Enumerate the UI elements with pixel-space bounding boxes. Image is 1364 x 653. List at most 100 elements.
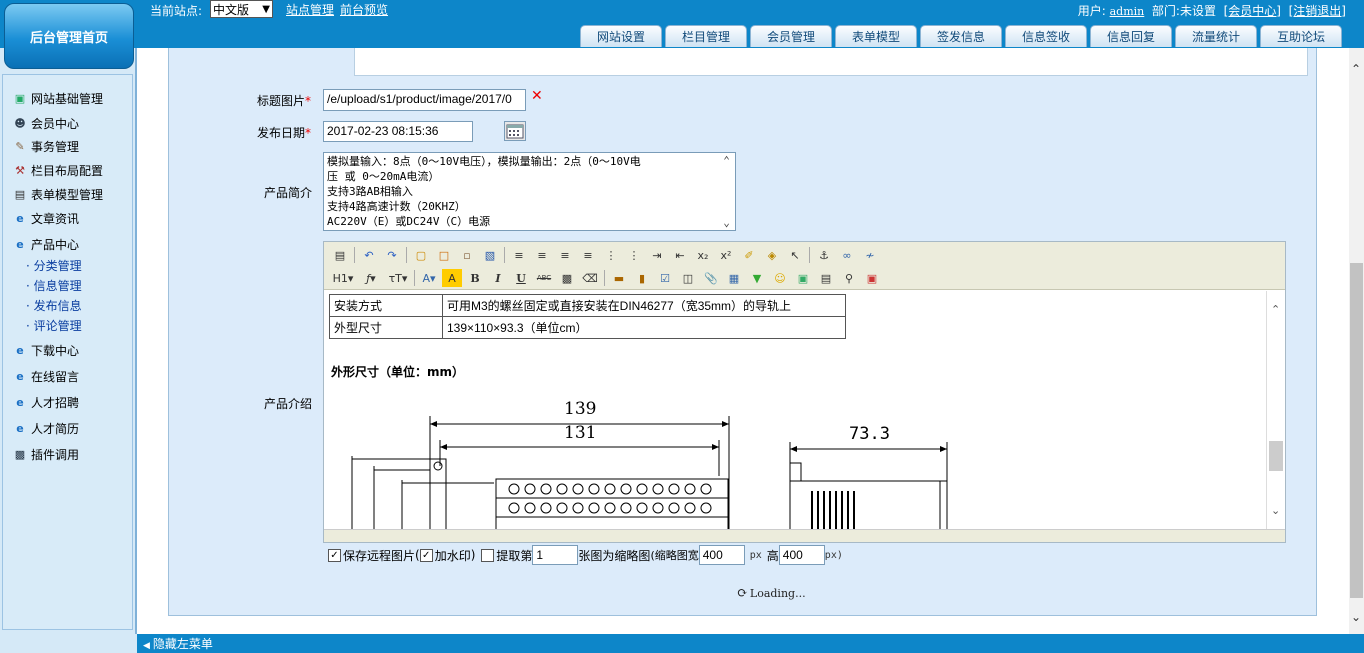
tab-site-settings[interactable]: 网站设置: [580, 25, 662, 47]
image-icon[interactable]: ▣: [793, 269, 813, 287]
title-image-input[interactable]: /e/upload/s1/product/image/2017/0: [323, 89, 526, 111]
scroll-thumb[interactable]: [1350, 263, 1363, 598]
site-manage-link[interactable]: 站点管理: [286, 1, 334, 18]
insert-code-icon[interactable]: ▼: [747, 269, 767, 287]
chevron-up-icon[interactable]: ⌃: [1271, 303, 1280, 316]
chevron-down-icon[interactable]: ⌄: [1351, 610, 1361, 624]
sidebar-sub-category[interactable]: · 分类管理: [26, 257, 82, 274]
cut-icon[interactable]: ▢: [411, 246, 431, 264]
site-select[interactable]: 中文版 ▼: [210, 0, 273, 18]
unordered-list-icon[interactable]: ⋮: [624, 246, 644, 264]
tab-forum[interactable]: 互助论坛: [1260, 25, 1342, 47]
media-icon[interactable]: ◫: [678, 269, 698, 287]
spellcheck-icon[interactable]: ☑: [655, 269, 675, 287]
member-center-link[interactable]: [会员中心]: [1224, 4, 1281, 18]
strikethrough-icon[interactable]: ABC: [534, 269, 554, 287]
thumb-width-input[interactable]: 400: [698, 545, 745, 565]
insert-col-icon[interactable]: ▮: [632, 269, 652, 287]
sidebar-sub-comments[interactable]: · 评论管理: [26, 317, 82, 334]
highlight-color-icon[interactable]: A: [442, 269, 462, 287]
align-right-icon[interactable]: ≡: [555, 246, 575, 264]
chevron-up-icon[interactable]: ⌃: [1351, 62, 1361, 76]
fullscreen-icon[interactable]: ▣: [862, 269, 882, 287]
redo-icon[interactable]: ↷: [382, 246, 402, 264]
sidebar-item-site-basic[interactable]: ▣ 网站基础管理: [12, 90, 103, 107]
sidebar-item-products[interactable]: e 产品中心: [12, 236, 79, 253]
sidebar-item-downloads[interactable]: e 下载中心: [12, 342, 79, 359]
summary-textarea[interactable]: 模拟量输入：8点（0～10V电压），模拟量输出：2点（0～10V电 压 或 0～…: [323, 152, 736, 231]
sidebar-item-recruit[interactable]: e 人才招聘: [12, 394, 79, 411]
tab-form-model[interactable]: 表单模型: [835, 25, 917, 47]
source-icon[interactable]: ▤: [330, 246, 350, 264]
sidebar-item-plugins[interactable]: ▩ 插件调用: [12, 446, 79, 463]
hr-icon[interactable]: ▩: [557, 269, 577, 287]
sidebar-item-resumes[interactable]: e 人才简历: [12, 420, 79, 437]
previous-field-box[interactable]: [354, 48, 1308, 76]
select-pointer-icon[interactable]: ↖: [785, 246, 805, 264]
indent-icon[interactable]: ⇥: [647, 246, 667, 264]
emoticon-icon[interactable]: ☺: [770, 269, 790, 287]
eraser-icon[interactable]: ⌫: [580, 269, 600, 287]
superscript-icon[interactable]: x²: [716, 246, 736, 264]
extract-index-input[interactable]: 1: [532, 545, 579, 565]
font-color-icon[interactable]: A▾: [419, 269, 439, 287]
logout-link[interactable]: [注销退出]: [1289, 4, 1346, 18]
sidebar-sub-info-manage[interactable]: · 信息管理: [26, 277, 82, 294]
watermark-checkbox[interactable]: ✓: [419, 548, 433, 562]
admin-home-button[interactable]: 后台管理首页: [4, 3, 134, 69]
sidebar-sub-publish[interactable]: · 发布信息: [26, 297, 82, 314]
editor-scrollbar[interactable]: ⌃ ⌄: [1266, 291, 1285, 529]
sidebar-item-messages[interactable]: e 在线留言: [12, 368, 79, 385]
sidebar-item-member-center[interactable]: ☻ 会员中心: [12, 115, 79, 132]
link-icon[interactable]: ∞: [837, 246, 857, 264]
format-brush-icon[interactable]: ✐: [739, 246, 759, 264]
delete-image-icon[interactable]: ✕: [531, 88, 543, 104]
sidebar-item-articles[interactable]: e 文章资讯: [12, 210, 79, 227]
align-left-icon[interactable]: ≡: [509, 246, 529, 264]
page-scrollbar[interactable]: ⌃ ⌄: [1349, 48, 1364, 634]
frontend-preview-link[interactable]: 前台预览: [340, 1, 388, 18]
page-break-icon[interactable]: ▤: [816, 269, 836, 287]
tab-column-manage[interactable]: 栏目管理: [665, 25, 747, 47]
editor-resize-handle[interactable]: [324, 529, 1285, 542]
sidebar-item-layout[interactable]: ⚒ 栏目布局配置: [12, 162, 103, 179]
chevron-up-icon[interactable]: ⌃: [723, 153, 730, 168]
publish-date-input[interactable]: 2017-02-23 08:15:36: [323, 121, 473, 142]
scroll-thumb[interactable]: [1269, 441, 1283, 471]
table-icon[interactable]: ▦: [724, 269, 744, 287]
subscript-icon[interactable]: x₂: [693, 246, 713, 264]
summary-scrollbar[interactable]: ⌃ ⌄: [718, 153, 735, 230]
font-family-dropdown[interactable]: ƒ▾: [359, 269, 383, 287]
underline-icon[interactable]: U: [511, 269, 531, 287]
tab-traffic-stats[interactable]: 流量统计: [1175, 25, 1257, 47]
undo-icon[interactable]: ↶: [359, 246, 379, 264]
chevron-down-icon[interactable]: ⌄: [1271, 504, 1280, 517]
save-remote-checkbox[interactable]: ✓: [328, 548, 341, 562]
bold-icon[interactable]: B: [465, 269, 485, 287]
chevron-down-icon[interactable]: ⌄: [723, 215, 730, 230]
unlink-icon[interactable]: ≁: [860, 246, 880, 264]
extract-thumb-checkbox[interactable]: [481, 548, 495, 562]
sidebar-item-form-model[interactable]: ▤ 表单模型管理: [12, 186, 103, 203]
preview-icon[interactable]: ⚲: [839, 269, 859, 287]
anchor-icon[interactable]: ⚓: [814, 246, 834, 264]
outdent-icon[interactable]: ⇤: [670, 246, 690, 264]
editor-content[interactable]: 安装方式 可用M3的螺丝固定或直接安装在DIN46277（宽35mm）的导轨上 …: [324, 291, 1266, 529]
tab-info-reply[interactable]: 信息回复: [1090, 25, 1172, 47]
italic-icon[interactable]: I: [488, 269, 508, 287]
clear-format-icon[interactable]: ◈: [762, 246, 782, 264]
insert-row-icon[interactable]: ▬: [609, 269, 629, 287]
hide-menu-button[interactable]: ◀ 隐藏左菜单: [143, 635, 213, 652]
calendar-icon[interactable]: [504, 121, 526, 141]
copy-icon[interactable]: □: [434, 246, 454, 264]
font-size-dropdown[interactable]: τT▾: [386, 269, 410, 287]
thumb-height-input[interactable]: 400: [778, 545, 825, 565]
attachment-icon[interactable]: 📎: [701, 269, 721, 287]
sidebar-item-affairs[interactable]: ✎ 事务管理: [12, 138, 79, 155]
heading-dropdown[interactable]: H1 ▾: [330, 269, 356, 287]
tab-info-receipt[interactable]: 信息签收: [1005, 25, 1087, 47]
align-center-icon[interactable]: ≡: [532, 246, 552, 264]
paste-word-icon[interactable]: ▧: [480, 246, 500, 264]
paste-icon[interactable]: ▫: [457, 246, 477, 264]
ordered-list-icon[interactable]: ⋮: [601, 246, 621, 264]
